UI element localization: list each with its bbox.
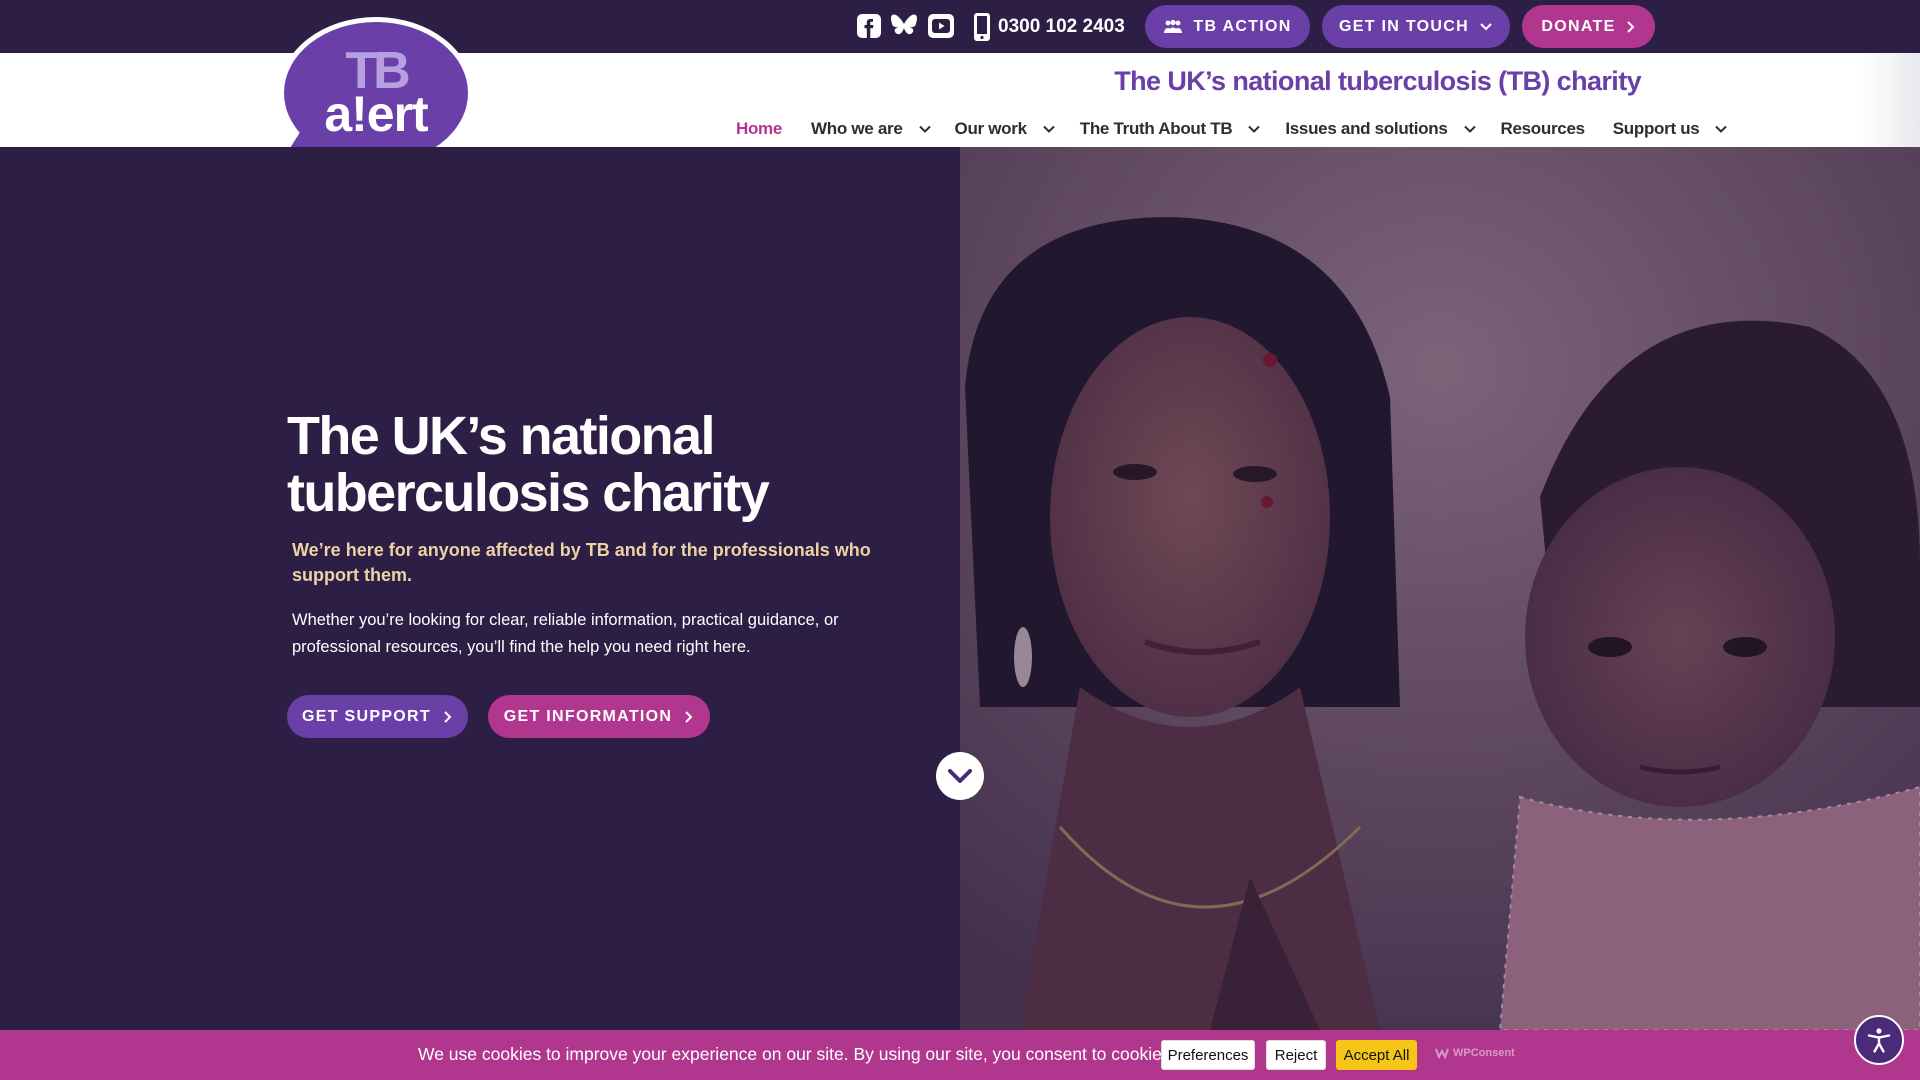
chevron-down-icon[interactable]	[917, 121, 933, 137]
chevron-down-icon[interactable]	[1713, 121, 1729, 137]
scroll-down-button[interactable]	[936, 752, 984, 800]
hero-subtitle: We’re here for anyone affected by TB and…	[292, 540, 871, 585]
accessibility-button[interactable]	[1854, 1015, 1904, 1065]
chevron-right-icon	[1626, 20, 1634, 33]
bluesky-icon[interactable]	[890, 12, 918, 40]
main-nav: Home Who we are Our work The Truth About…	[736, 115, 1729, 143]
hero-panel	[0, 147, 960, 1030]
cookie-accept-all-button[interactable]: Accept All	[1336, 1040, 1417, 1070]
get-in-touch-label: GET IN TOUCH	[1339, 17, 1469, 35]
wpconsent-label: WPConsent	[1453, 1047, 1515, 1059]
chevron-down-icon[interactable]	[1246, 121, 1262, 137]
nav-item-home[interactable]: Home	[736, 119, 782, 139]
chevron-down-icon	[1480, 22, 1492, 30]
wpconsent-brand[interactable]: WPConsent	[1435, 1047, 1515, 1059]
nav-label: The Truth About TB	[1079, 119, 1233, 138]
nav-label: Who we are	[811, 119, 903, 138]
wpconsent-logo-icon	[1435, 1048, 1449, 1059]
nav-label: Home	[736, 119, 783, 138]
nav-item-resources[interactable]: Resources	[1500, 119, 1586, 139]
donate-button[interactable]: DONATE	[1522, 5, 1655, 48]
hero-photo	[960, 147, 1920, 1030]
hero-title: The UK’s national tuberculosis charity	[287, 406, 770, 523]
nav-label: Support us	[1612, 119, 1700, 138]
get-support-button[interactable]: GET SUPPORT	[287, 695, 468, 738]
nav-item-truth-about-tb[interactable]: The Truth About TB	[1080, 119, 1263, 139]
cookie-reject-button[interactable]: Reject	[1266, 1040, 1326, 1070]
chevron-down-icon	[948, 769, 972, 783]
cookie-preferences-button[interactable]: Preferences	[1161, 1040, 1255, 1070]
chevron-right-icon	[685, 710, 693, 723]
nav-label: Issues and solutions	[1285, 119, 1448, 138]
mobile-phone-icon	[974, 13, 990, 41]
nav-item-issues-and-solutions[interactable]: Issues and solutions	[1285, 119, 1477, 139]
phone-number[interactable]: 0300 102 2403	[972, 12, 1125, 42]
cookie-message: We use cookies to improve your experienc…	[418, 1044, 1176, 1064]
people-group-icon	[1164, 19, 1183, 33]
facebook-icon[interactable]	[855, 12, 883, 40]
chevron-down-icon[interactable]	[1041, 121, 1057, 137]
nav-label: Our work	[954, 119, 1028, 138]
accessibility-icon	[1867, 1028, 1891, 1053]
get-information-button[interactable]: GET INFORMATION	[488, 695, 710, 738]
chevron-down-icon[interactable]	[1462, 121, 1478, 137]
tb-action-button[interactable]: TB ACTION	[1145, 5, 1310, 48]
phone-number-text: 0300 102 2403	[998, 16, 1125, 37]
get-information-label: GET INFORMATION	[503, 707, 673, 725]
nav-item-who-we-are[interactable]: Who we are	[811, 119, 932, 139]
get-in-touch-button[interactable]: GET IN TOUCH	[1322, 5, 1510, 48]
nav-item-our-work[interactable]: Our work	[955, 119, 1057, 139]
hero-body-text: Whether you’re looking for clear, reliab…	[292, 611, 839, 656]
tb-action-label: TB ACTION	[1193, 17, 1292, 35]
chevron-right-icon	[444, 710, 452, 723]
nav-item-support-us[interactable]: Support us	[1613, 119, 1730, 139]
nav-label: Resources	[1500, 119, 1586, 138]
get-support-label: GET SUPPORT	[302, 707, 431, 725]
header-edge-shade	[1860, 53, 1920, 147]
cookie-consent-bar: We use cookies to improve your experienc…	[0, 1030, 1920, 1080]
youtube-icon[interactable]	[927, 12, 955, 40]
site-tagline: The UK’s national tuberculosis (TB) char…	[1114, 66, 1641, 96]
logo-alert-text: a!ert	[324, 86, 429, 142]
donate-label: DONATE	[1541, 17, 1616, 35]
